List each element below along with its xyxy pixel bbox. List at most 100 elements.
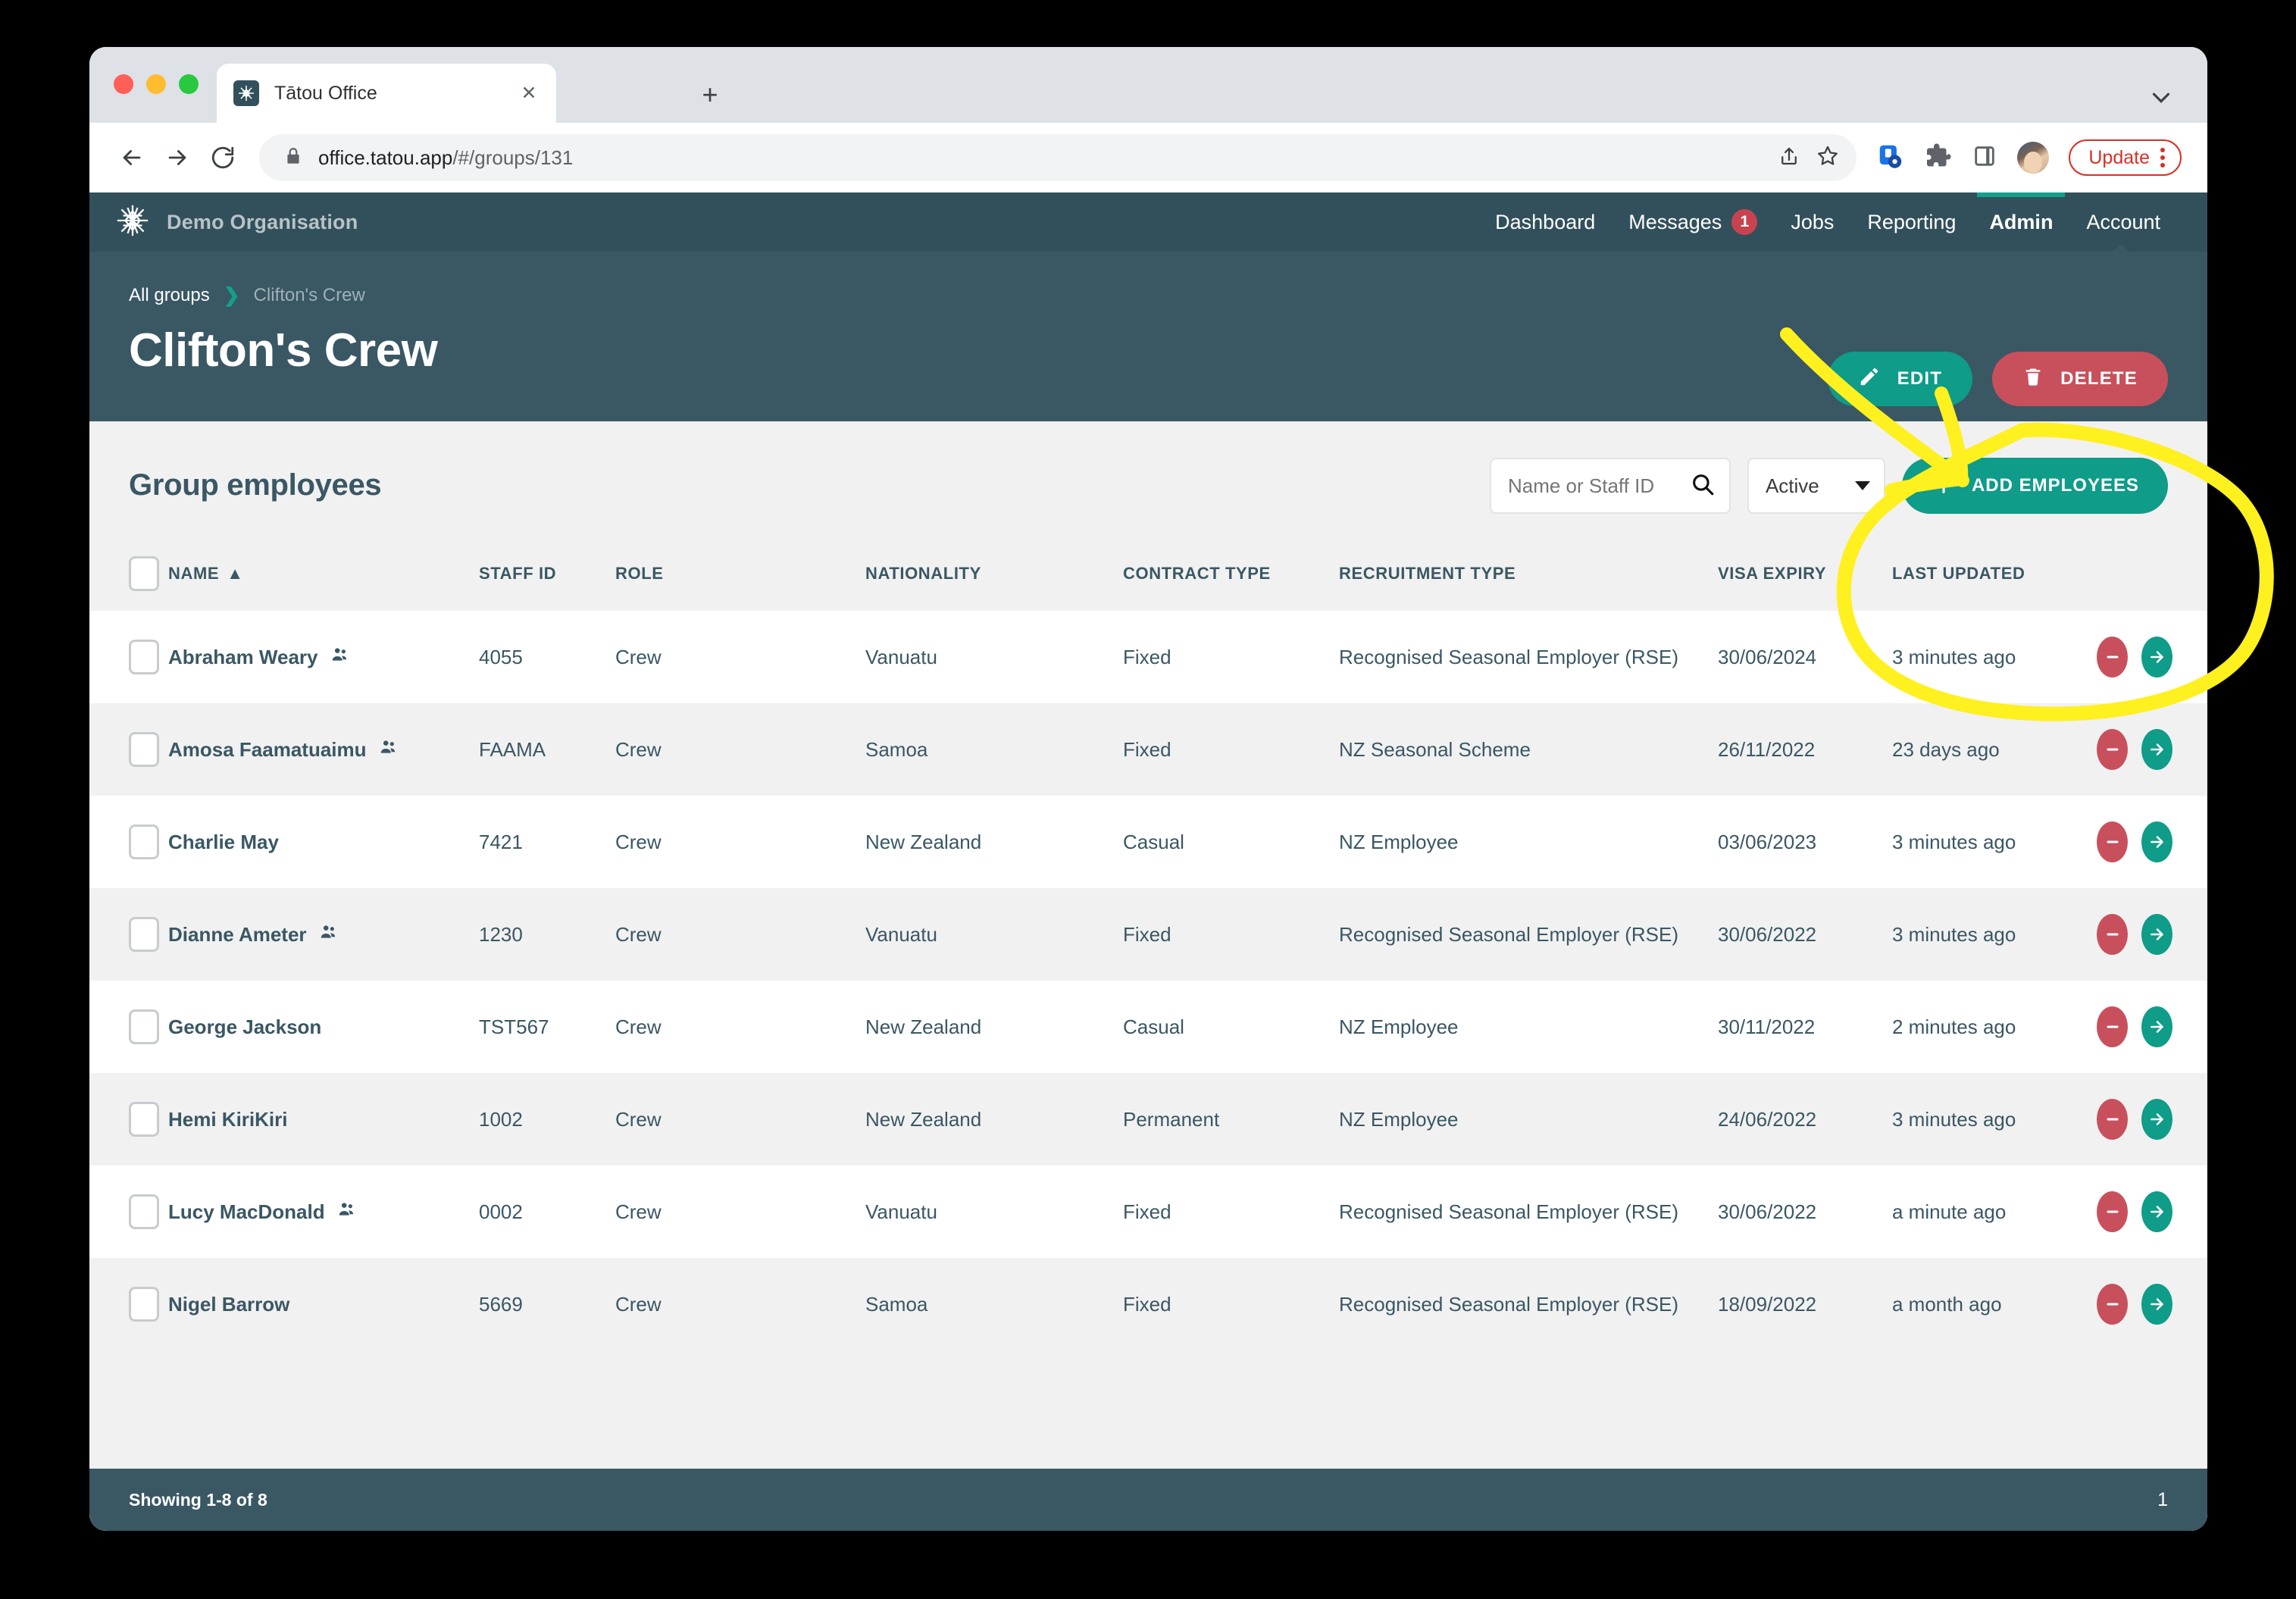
pagination-page-1[interactable]: 1 xyxy=(2157,1489,2168,1511)
select-all-checkbox[interactable] xyxy=(129,556,159,591)
breadcrumb-all-groups[interactable]: All groups xyxy=(129,285,210,306)
browser-toolbar: office.tatou.app/#/groups/131 Update xyxy=(89,123,2207,192)
panel-tools: Active ADD EMPLOYEES xyxy=(1489,458,2168,514)
delete-button[interactable]: DELETE xyxy=(1992,352,2168,406)
remove-employee-button[interactable] xyxy=(2097,637,2128,677)
table-row[interactable]: Amosa Faamatuaimu FAAMA Crew Samoa Fixed NZ S… xyxy=(89,703,2207,796)
nav-item-messages[interactable]: Messages 1 xyxy=(1612,192,1774,252)
back-arrow-icon[interactable] xyxy=(109,135,155,180)
employee-name[interactable]: Nigel Barrow xyxy=(168,1293,289,1316)
browser-tab[interactable]: Tātou Office ✕ xyxy=(217,64,556,123)
share-icon[interactable] xyxy=(1778,145,1800,171)
remove-employee-button[interactable] xyxy=(2097,1099,2128,1140)
employee-name[interactable]: Amosa Faamatuaimu xyxy=(168,738,367,762)
table-row[interactable]: George Jackson TST567 Crew New Zealand Casua… xyxy=(89,981,2207,1073)
view-employee-button[interactable] xyxy=(2141,637,2172,677)
remove-employee-button[interactable] xyxy=(2097,1006,2128,1047)
nav-label: Account xyxy=(2086,210,2160,233)
cell-actions xyxy=(2097,1166,2207,1258)
search-box[interactable] xyxy=(1489,458,1731,514)
nav-item-jobs[interactable]: Jobs xyxy=(1774,192,1850,252)
cell-recruitment-type: Recognised Seasonal Employer (RSE) xyxy=(1339,1166,1718,1258)
employee-name[interactable]: George Jackson xyxy=(168,1015,321,1039)
forward-arrow-icon[interactable] xyxy=(155,135,200,180)
search-input[interactable] xyxy=(1507,474,1690,498)
column-header-visa-expiry[interactable]: VISA EXPIRY xyxy=(1718,546,1892,611)
kebab-menu-icon[interactable] xyxy=(2160,148,2165,167)
maximize-window-button[interactable] xyxy=(179,74,199,94)
breadcrumb: All groups ❯ Clifton's Crew xyxy=(129,283,2168,307)
table-row[interactable]: Nigel Barrow 5669 Crew Samoa Fixed Recognised… xyxy=(89,1258,2207,1350)
nav-item-reporting[interactable]: Reporting xyxy=(1850,192,1972,252)
nav-item-account[interactable]: Account xyxy=(2069,192,2177,252)
search-icon[interactable] xyxy=(1690,471,1716,501)
brand[interactable]: Demo Organisation xyxy=(115,203,358,242)
star-icon[interactable] xyxy=(1816,144,1840,172)
row-checkbox[interactable] xyxy=(129,1194,159,1229)
row-checkbox[interactable] xyxy=(129,1102,159,1137)
column-header-recruitment-type[interactable]: RECRUITMENT TYPE xyxy=(1339,546,1718,611)
row-checkbox[interactable] xyxy=(129,825,159,859)
view-employee-button[interactable] xyxy=(2141,1006,2172,1047)
cell-nationality: New Zealand xyxy=(865,796,1123,888)
minimize-window-button[interactable] xyxy=(146,74,166,94)
reload-icon[interactable] xyxy=(200,135,246,180)
view-employee-button[interactable] xyxy=(2141,1191,2172,1232)
browser-tab-title: Tātou Office xyxy=(274,82,377,104)
cell-actions xyxy=(2097,888,2207,981)
puzzle-icon[interactable] xyxy=(1925,142,1952,174)
cell-nationality: Vanuatu xyxy=(865,611,1123,703)
employee-name[interactable]: Charlie May xyxy=(168,831,279,854)
cell-role: Crew xyxy=(615,796,865,888)
view-employee-button[interactable] xyxy=(2141,914,2172,955)
row-checkbox[interactable] xyxy=(129,1009,159,1044)
table-row[interactable]: Charlie May 7421 Crew New Zealand Casual NZ E… xyxy=(89,796,2207,888)
employee-name[interactable]: Lucy MacDonald xyxy=(168,1200,325,1224)
edit-button[interactable]: EDIT xyxy=(1827,352,1973,406)
column-header-nationality[interactable]: NATIONALITY xyxy=(865,546,1123,611)
employee-name[interactable]: Hemi KiriKiri xyxy=(168,1108,288,1131)
side-panel-icon[interactable] xyxy=(1972,143,1997,173)
profile-avatar[interactable] xyxy=(2017,142,2050,174)
remove-employee-button[interactable] xyxy=(2097,1191,2128,1232)
chevron-down-icon[interactable] xyxy=(2147,83,2176,116)
delete-button-label: DELETE xyxy=(2060,368,2138,389)
nav-item-dashboard[interactable]: Dashboard xyxy=(1478,192,1612,252)
cell-recruitment-type: Recognised Seasonal Employer (RSE) xyxy=(1339,1258,1718,1350)
update-button[interactable]: Update xyxy=(2069,139,2182,176)
nav-item-admin[interactable]: Admin xyxy=(1972,192,2069,252)
column-header-staff-id[interactable]: STAFF ID xyxy=(479,546,615,611)
view-employee-button[interactable] xyxy=(2141,821,2172,862)
employee-name[interactable]: Abraham Weary xyxy=(168,646,318,669)
table-row[interactable]: Abraham Weary 4055 Crew Vanuatu Fixed Recogni… xyxy=(89,611,2207,703)
row-checkbox[interactable] xyxy=(129,732,159,767)
row-checkbox[interactable] xyxy=(129,640,159,674)
new-tab-button[interactable]: + xyxy=(696,80,724,109)
bookmark-manager-icon[interactable] xyxy=(1876,142,1905,174)
address-bar[interactable]: office.tatou.app/#/groups/131 xyxy=(259,134,1857,181)
column-header-last-updated[interactable]: LAST UPDATED xyxy=(1892,546,2097,611)
group-members-icon xyxy=(330,645,350,670)
view-employee-button[interactable] xyxy=(2141,1284,2172,1325)
column-header-contract-type[interactable]: CONTRACT TYPE xyxy=(1123,546,1339,611)
table-row[interactable]: Hemi KiriKiri 1002 Crew New Zealand Permanen… xyxy=(89,1073,2207,1166)
close-tab-button[interactable]: ✕ xyxy=(517,81,541,105)
view-employee-button[interactable] xyxy=(2141,729,2172,770)
group-employees-table: NAME ▲ STAFF ID ROLE NATIONALITY CONTRACT… xyxy=(89,546,2207,1350)
table-row[interactable]: Dianne Ameter 1230 Crew Vanuatu Fixed Recogni… xyxy=(89,888,2207,981)
remove-employee-button[interactable] xyxy=(2097,1284,2128,1325)
column-header-role[interactable]: ROLE xyxy=(615,546,865,611)
remove-employee-button[interactable] xyxy=(2097,914,2128,955)
remove-employee-button[interactable] xyxy=(2097,729,2128,770)
add-employees-button[interactable]: ADD EMPLOYEES xyxy=(1901,458,2168,514)
row-checkbox[interactable] xyxy=(129,917,159,952)
close-window-button[interactable] xyxy=(114,74,133,94)
table-row[interactable]: Lucy MacDonald 0002 Crew Vanuatu Fixed Recogn… xyxy=(89,1166,2207,1258)
status-filter-select[interactable]: Active xyxy=(1747,458,1885,514)
row-checkbox[interactable] xyxy=(129,1287,159,1322)
remove-employee-button[interactable] xyxy=(2097,821,2128,862)
employee-name[interactable]: Dianne Ameter xyxy=(168,923,307,947)
cell-contract-type: Fixed xyxy=(1123,611,1339,703)
view-employee-button[interactable] xyxy=(2141,1099,2172,1140)
column-header-name[interactable]: NAME ▲ xyxy=(168,546,479,611)
